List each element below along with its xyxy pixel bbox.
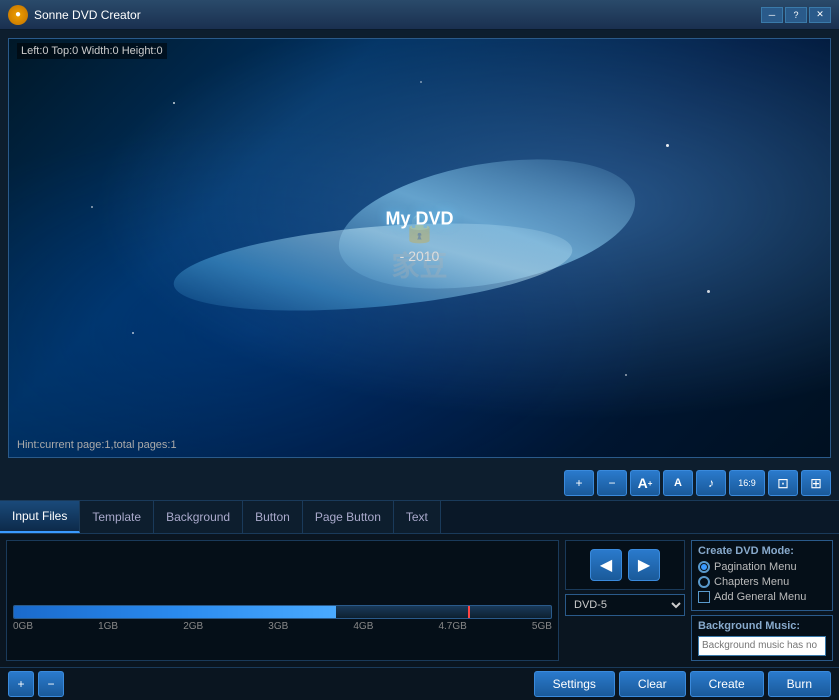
titlebar: ● Sonne DVD Creator ─ ? ✕ — [0, 0, 839, 30]
info-panel: Create DVD Mode: Pagination Menu Chapter… — [685, 540, 833, 661]
layout-button[interactable]: ⊞ — [801, 470, 831, 496]
tab-template[interactable]: Template — [80, 501, 154, 532]
window-controls: ─ ? ✕ — [761, 7, 831, 23]
background-music-input[interactable] — [698, 636, 826, 656]
add-general-label: Add General Menu — [714, 591, 806, 603]
add-general-menu-row: Add General Menu — [698, 591, 826, 603]
close-button[interactable]: ✕ — [809, 7, 831, 23]
pagination-label: Pagination Menu — [714, 561, 797, 573]
preview-coords: Left:0 Top:0 Width:0 Height:0 — [17, 43, 167, 59]
next-page-button[interactable]: ▶ — [628, 549, 660, 581]
remove-file-button[interactable]: − — [38, 671, 64, 697]
create-button[interactable]: Create — [690, 671, 764, 697]
tab-background[interactable]: Background — [154, 501, 243, 532]
add-general-checkbox[interactable] — [698, 591, 710, 603]
preview-title: My DVD — [385, 208, 453, 229]
tabs-bar: Input Files Template Background Button P… — [0, 500, 839, 533]
pagination-menu-row: Pagination Menu — [698, 561, 826, 573]
dvd-mode-group: Create DVD Mode: Pagination Menu Chapter… — [691, 540, 833, 611]
tab-button[interactable]: Button — [243, 501, 303, 532]
text-larger-button[interactable]: A+ — [630, 470, 660, 496]
app-icon: ● — [8, 5, 28, 25]
minimize-button[interactable]: ─ — [761, 7, 783, 23]
storage-bar — [13, 605, 552, 619]
music-button[interactable]: ♪ — [696, 470, 726, 496]
burn-button[interactable]: Burn — [768, 671, 831, 697]
chapters-label: Chapters Menu — [714, 576, 789, 588]
storage-bar-container: 0GB 1GB 2GB 3GB 4GB 4.7GB 5GB — [7, 601, 558, 636]
ratio-button[interactable]: 16:9 — [729, 470, 765, 496]
fit-button[interactable]: ⊡ — [768, 470, 798, 496]
tab-page-button[interactable]: Page Button — [303, 501, 394, 532]
storage-marker — [468, 605, 470, 619]
add-element-button[interactable]: + — [564, 470, 594, 496]
preview-hint: Hint:current page:1,total pages:1 — [17, 439, 177, 451]
remove-element-button[interactable]: − — [597, 470, 627, 496]
chapters-radio[interactable] — [698, 576, 710, 588]
pagination-radio[interactable] — [698, 561, 710, 573]
preview-subtitle: - 2010 — [400, 248, 440, 264]
settings-button[interactable]: Settings — [534, 671, 615, 697]
help-button[interactable]: ? — [785, 7, 807, 23]
toolbar: + − A+ A ♪ 16:9 ⊡ ⊞ — [0, 466, 839, 500]
add-file-button[interactable]: + — [8, 671, 34, 697]
action-bar: + − Settings Clear Create Burn — [0, 667, 839, 700]
dvd-nav: ◀ ▶ — [565, 540, 685, 590]
background-music-title: Background Music: — [698, 620, 826, 632]
dvd-mode-title: Create DVD Mode: — [698, 545, 826, 557]
chapters-menu-row: Chapters Menu — [698, 576, 826, 588]
preview-panel: Left:0 Top:0 Width:0 Height:0 🔒家豆 My DVD… — [8, 38, 831, 458]
tab-input-files[interactable]: Input Files — [0, 501, 80, 532]
main-container: Left:0 Top:0 Width:0 Height:0 🔒家豆 My DVD… — [0, 30, 839, 700]
dvd-controls: ◀ ▶ DVD-5 DVD-9 DVD+R DVD-R — [565, 540, 685, 661]
storage-fill — [14, 606, 336, 618]
text-smaller-button[interactable]: A — [663, 470, 693, 496]
preview-area: Left:0 Top:0 Width:0 Height:0 🔒家豆 My DVD… — [0, 30, 839, 466]
storage-labels: 0GB 1GB 2GB 3GB 4GB 4.7GB 5GB — [13, 619, 552, 634]
bottom-area: 0GB 1GB 2GB 3GB 4GB 4.7GB 5GB ◀ ▶ DVD-5 … — [0, 534, 839, 667]
app-title: Sonne DVD Creator — [34, 8, 761, 22]
tab-text[interactable]: Text — [394, 501, 441, 532]
prev-page-button[interactable]: ◀ — [590, 549, 622, 581]
dvd-format-dropdown[interactable]: DVD-5 DVD-9 DVD+R DVD-R — [565, 594, 685, 616]
files-panel: 0GB 1GB 2GB 3GB 4GB 4.7GB 5GB — [6, 540, 559, 661]
background-music-group: Background Music: — [691, 615, 833, 661]
clear-button[interactable]: Clear — [619, 671, 686, 697]
